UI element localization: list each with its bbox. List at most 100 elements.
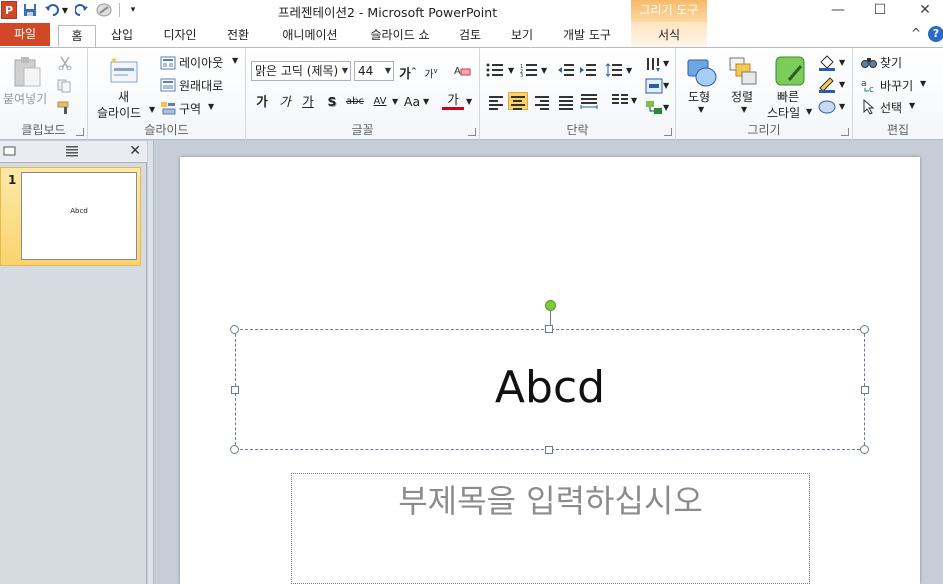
font-size-dropdown-icon[interactable]: ▼ bbox=[385, 62, 391, 80]
italic-button[interactable]: 가 bbox=[274, 92, 296, 112]
subtitle-placeholder[interactable]: 부제목을 입력하십시오 bbox=[291, 473, 810, 584]
minimize-button[interactable]: — bbox=[823, 0, 853, 20]
quick-styles-icon[interactable] bbox=[775, 56, 807, 91]
subtitle-placeholder-text[interactable]: 부제목을 입력하십시오 bbox=[292, 476, 809, 522]
shape-fill-icon[interactable] bbox=[818, 55, 836, 74]
rotate-handle[interactable] bbox=[545, 300, 556, 311]
tab-developer[interactable]: 개발 도구 bbox=[554, 25, 620, 47]
resize-handle-top-right[interactable] bbox=[860, 325, 869, 334]
paste-icon[interactable] bbox=[12, 56, 42, 91]
help-icon[interactable]: ? bbox=[928, 26, 943, 42]
paste-label[interactable]: 붙여넣기 bbox=[3, 90, 47, 107]
tab-insert[interactable]: 삽입 bbox=[103, 25, 141, 47]
tab-design[interactable]: 디자인 bbox=[155, 25, 205, 47]
save-icon[interactable] bbox=[21, 1, 39, 19]
section-dropdown-icon[interactable]: ▼ bbox=[208, 102, 214, 111]
arrange-label[interactable]: 정렬 bbox=[731, 88, 753, 105]
reset-icon[interactable] bbox=[160, 78, 176, 95]
numbering-icon[interactable]: 123 bbox=[520, 63, 540, 81]
font-launcher-icon[interactable] bbox=[468, 128, 476, 136]
resize-handle-top[interactable] bbox=[545, 325, 553, 333]
convert-smartart-icon[interactable] bbox=[645, 100, 665, 118]
shape-outline-icon[interactable] bbox=[818, 77, 836, 96]
find-icon[interactable] bbox=[861, 55, 877, 72]
layout-dropdown-icon[interactable]: ▼ bbox=[232, 56, 238, 65]
clear-formatting-icon[interactable]: A bbox=[453, 63, 471, 82]
find-label[interactable]: 찾기 bbox=[880, 54, 902, 71]
slide-title-text[interactable]: Abcd bbox=[236, 362, 864, 413]
change-case-dropdown-icon[interactable]: ▼ bbox=[423, 97, 429, 106]
shape-effects-icon[interactable] bbox=[818, 99, 836, 118]
line-spacing-dropdown-icon[interactable]: ▼ bbox=[626, 66, 632, 75]
tab-animations[interactable]: 애니메이션 bbox=[272, 25, 348, 47]
grow-font-button[interactable]: 가^ bbox=[397, 61, 419, 81]
resize-handle-bottom[interactable] bbox=[545, 446, 553, 454]
font-color-button[interactable]: 가 bbox=[442, 90, 464, 110]
slides-tab-icon[interactable] bbox=[3, 144, 23, 160]
bullets-dropdown-icon[interactable]: ▼ bbox=[508, 66, 514, 75]
text-direction-icon[interactable] bbox=[645, 56, 665, 74]
new-slide-label-2[interactable]: 슬라이드 bbox=[97, 104, 141, 121]
ribbon-collapse-icon[interactable]: ^ bbox=[911, 26, 921, 40]
resize-handle-right[interactable] bbox=[861, 386, 869, 394]
arrange-icon[interactable] bbox=[728, 56, 760, 91]
distribute-icon[interactable] bbox=[580, 93, 600, 111]
resize-handle-bottom-left[interactable] bbox=[230, 445, 239, 454]
powerpoint-app-icon[interactable]: P bbox=[1, 1, 17, 19]
pane-splitter[interactable] bbox=[148, 141, 154, 584]
quick-styles-dropdown-icon[interactable]: ▼ bbox=[806, 107, 812, 116]
tab-slideshow[interactable]: 슬라이드 쇼 bbox=[362, 25, 438, 47]
columns-dropdown-icon[interactable]: ▼ bbox=[631, 96, 637, 105]
shadow-button[interactable]: S bbox=[321, 92, 343, 112]
cut-icon[interactable] bbox=[58, 56, 72, 73]
quick-styles-label-2[interactable]: 스타일 bbox=[767, 104, 800, 121]
outline-tab-icon[interactable] bbox=[62, 144, 86, 160]
shrink-font-button[interactable]: 가v bbox=[420, 61, 442, 81]
align-text-dropdown-icon[interactable]: ▼ bbox=[663, 81, 669, 90]
resize-handle-bottom-right[interactable] bbox=[860, 445, 869, 454]
columns-icon[interactable] bbox=[611, 93, 631, 111]
pane-close-icon[interactable]: ✕ bbox=[129, 143, 141, 159]
tab-home[interactable]: 홈 bbox=[58, 25, 96, 48]
increase-indent-icon[interactable] bbox=[579, 63, 599, 81]
undo-icon[interactable] bbox=[43, 1, 61, 19]
layout-label[interactable]: 레이아웃 bbox=[179, 54, 223, 71]
clipboard-launcher-icon[interactable] bbox=[76, 128, 84, 136]
line-spacing-icon[interactable] bbox=[605, 63, 625, 81]
select-label[interactable]: 선택 bbox=[880, 99, 902, 116]
convert-smartart-dropdown-icon[interactable]: ▼ bbox=[663, 103, 669, 112]
bullets-icon[interactable] bbox=[486, 63, 506, 81]
paragraph-launcher-icon[interactable] bbox=[664, 128, 672, 136]
layout-icon[interactable] bbox=[160, 56, 176, 73]
shape-effects-dropdown-icon[interactable]: ▼ bbox=[839, 102, 845, 111]
strikethrough-button[interactable]: abc bbox=[344, 92, 366, 112]
tab-transitions[interactable]: 전환 bbox=[218, 25, 258, 47]
undo-dropdown-icon[interactable]: ▼ bbox=[61, 1, 69, 19]
new-slide-label-1[interactable]: 새 bbox=[118, 88, 129, 105]
shape-outline-dropdown-icon[interactable]: ▼ bbox=[839, 80, 845, 89]
change-case-button[interactable]: Aa bbox=[401, 92, 423, 112]
align-right-icon[interactable] bbox=[532, 93, 552, 111]
customize-qat-icon[interactable]: ▾ bbox=[124, 1, 142, 19]
replace-label[interactable]: 바꾸기 bbox=[880, 77, 913, 94]
resize-handle-left[interactable] bbox=[231, 386, 239, 394]
drawing-launcher-icon[interactable] bbox=[841, 128, 849, 136]
align-center-icon[interactable] bbox=[508, 92, 528, 110]
section-icon[interactable] bbox=[160, 101, 176, 118]
character-spacing-button[interactable]: AV bbox=[369, 92, 391, 112]
new-slide-dropdown-icon[interactable]: ▼ bbox=[149, 105, 155, 114]
resize-handle-top-left[interactable] bbox=[230, 325, 239, 334]
underline-button[interactable]: 가 bbox=[297, 92, 319, 112]
slideshow-start-icon[interactable] bbox=[95, 1, 113, 19]
shapes-dropdown-icon[interactable]: ▼ bbox=[698, 105, 704, 114]
font-name-combo[interactable]: 맑은 고딕 (제목) ▼ bbox=[251, 61, 351, 81]
shapes-icon[interactable] bbox=[686, 56, 718, 91]
maximize-button[interactable]: ☐ bbox=[865, 0, 895, 20]
shapes-label[interactable]: 도형 bbox=[688, 88, 710, 105]
format-painter-icon[interactable] bbox=[57, 101, 73, 118]
copy-icon[interactable] bbox=[57, 79, 75, 96]
reset-label[interactable]: 원래대로 bbox=[179, 77, 223, 94]
font-name-dropdown-icon[interactable]: ▼ bbox=[342, 62, 348, 80]
quick-styles-label-1[interactable]: 빠른 bbox=[777, 88, 799, 105]
text-direction-dropdown-icon[interactable]: ▼ bbox=[663, 59, 669, 68]
